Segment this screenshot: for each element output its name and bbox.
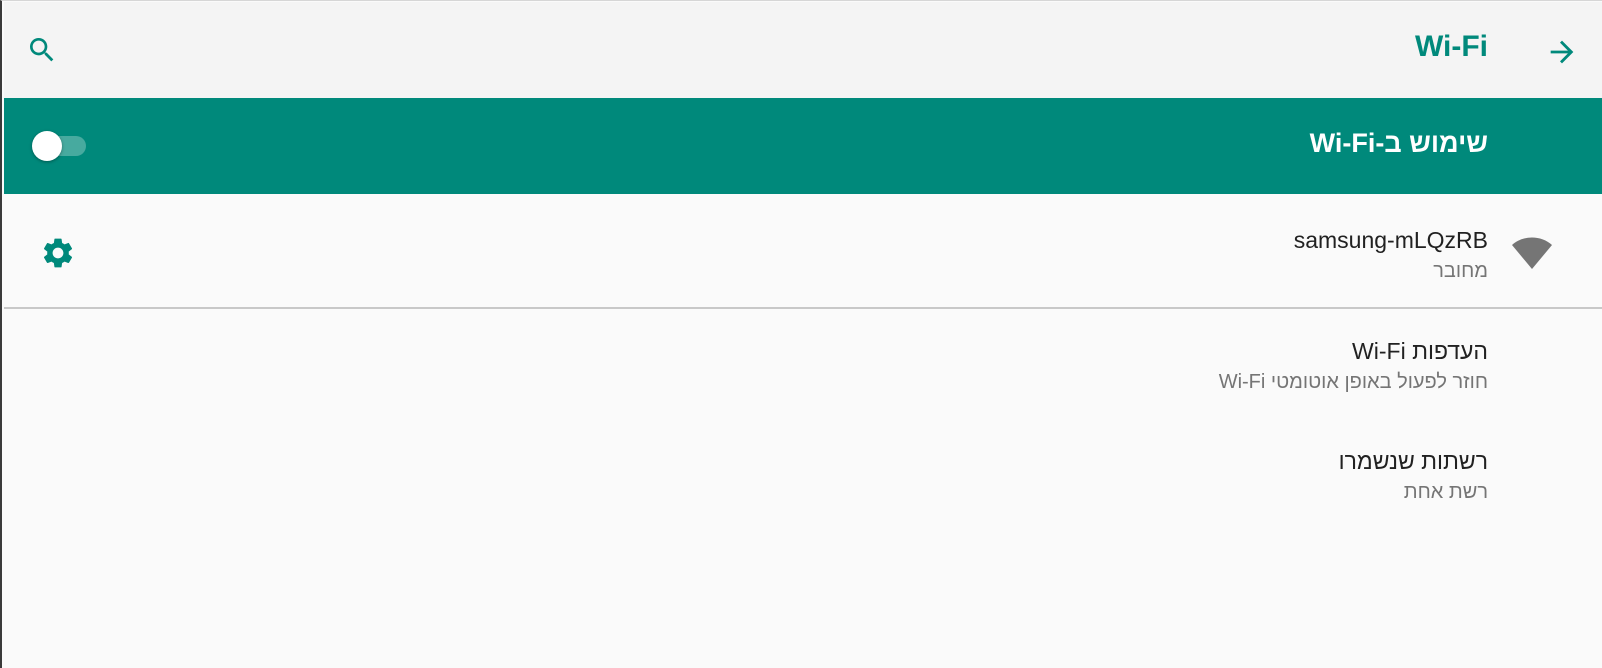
wifi-settings-screen: Wi-Fi שימוש ב-Wi-Fi samsung-mLQzRB מחובר (0, 0, 1602, 668)
wifi-master-switch-bar[interactable]: שימוש ב-Wi-Fi (4, 98, 1602, 194)
app-toolbar: Wi-Fi (4, 2, 1602, 98)
network-item-connected[interactable]: samsung-mLQzRB מחובר (4, 194, 1602, 309)
page-title: Wi-Fi (1414, 30, 1488, 63)
wifi-preferences-text: העדפות Wi-Fi Wi-Fi חוזר לפעול באופן אוטו… (1219, 338, 1488, 394)
saved-networks-text: רשתות שנשמרו רשת אחת (1339, 448, 1488, 504)
wifi-preferences-title: העדפות Wi-Fi (1352, 338, 1488, 364)
wifi-master-switch-label: שימוש ב-Wi-Fi (1309, 128, 1488, 158)
saved-networks-item[interactable]: רשתות שנשמרו רשת אחת (4, 420, 1602, 528)
network-text: samsung-mLQzRB מחובר (1294, 227, 1488, 283)
wifi-toggle-switch[interactable] (32, 131, 88, 161)
saved-networks-title: רשתות שנשמרו (1338, 448, 1488, 474)
saved-networks-summary: רשת אחת (1403, 481, 1488, 503)
gear-icon (43, 238, 73, 268)
network-status: מחובר (1433, 260, 1488, 282)
wifi-signal-icon (1512, 237, 1552, 269)
network-settings-button[interactable] (38, 233, 78, 273)
search-icon (30, 38, 54, 62)
wifi-preferences-summary: Wi-Fi חוזר לפעול באופן אוטומטי (1218, 371, 1488, 393)
back-button[interactable] (1542, 32, 1582, 72)
search-button[interactable] (24, 32, 60, 68)
switch-thumb (32, 131, 62, 161)
network-ssid: samsung-mLQzRB (1293, 227, 1488, 253)
wifi-preferences-item[interactable]: העדפות Wi-Fi Wi-Fi חוזר לפעול באופן אוטו… (4, 310, 1602, 418)
arrow-forward-icon (1550, 40, 1574, 64)
